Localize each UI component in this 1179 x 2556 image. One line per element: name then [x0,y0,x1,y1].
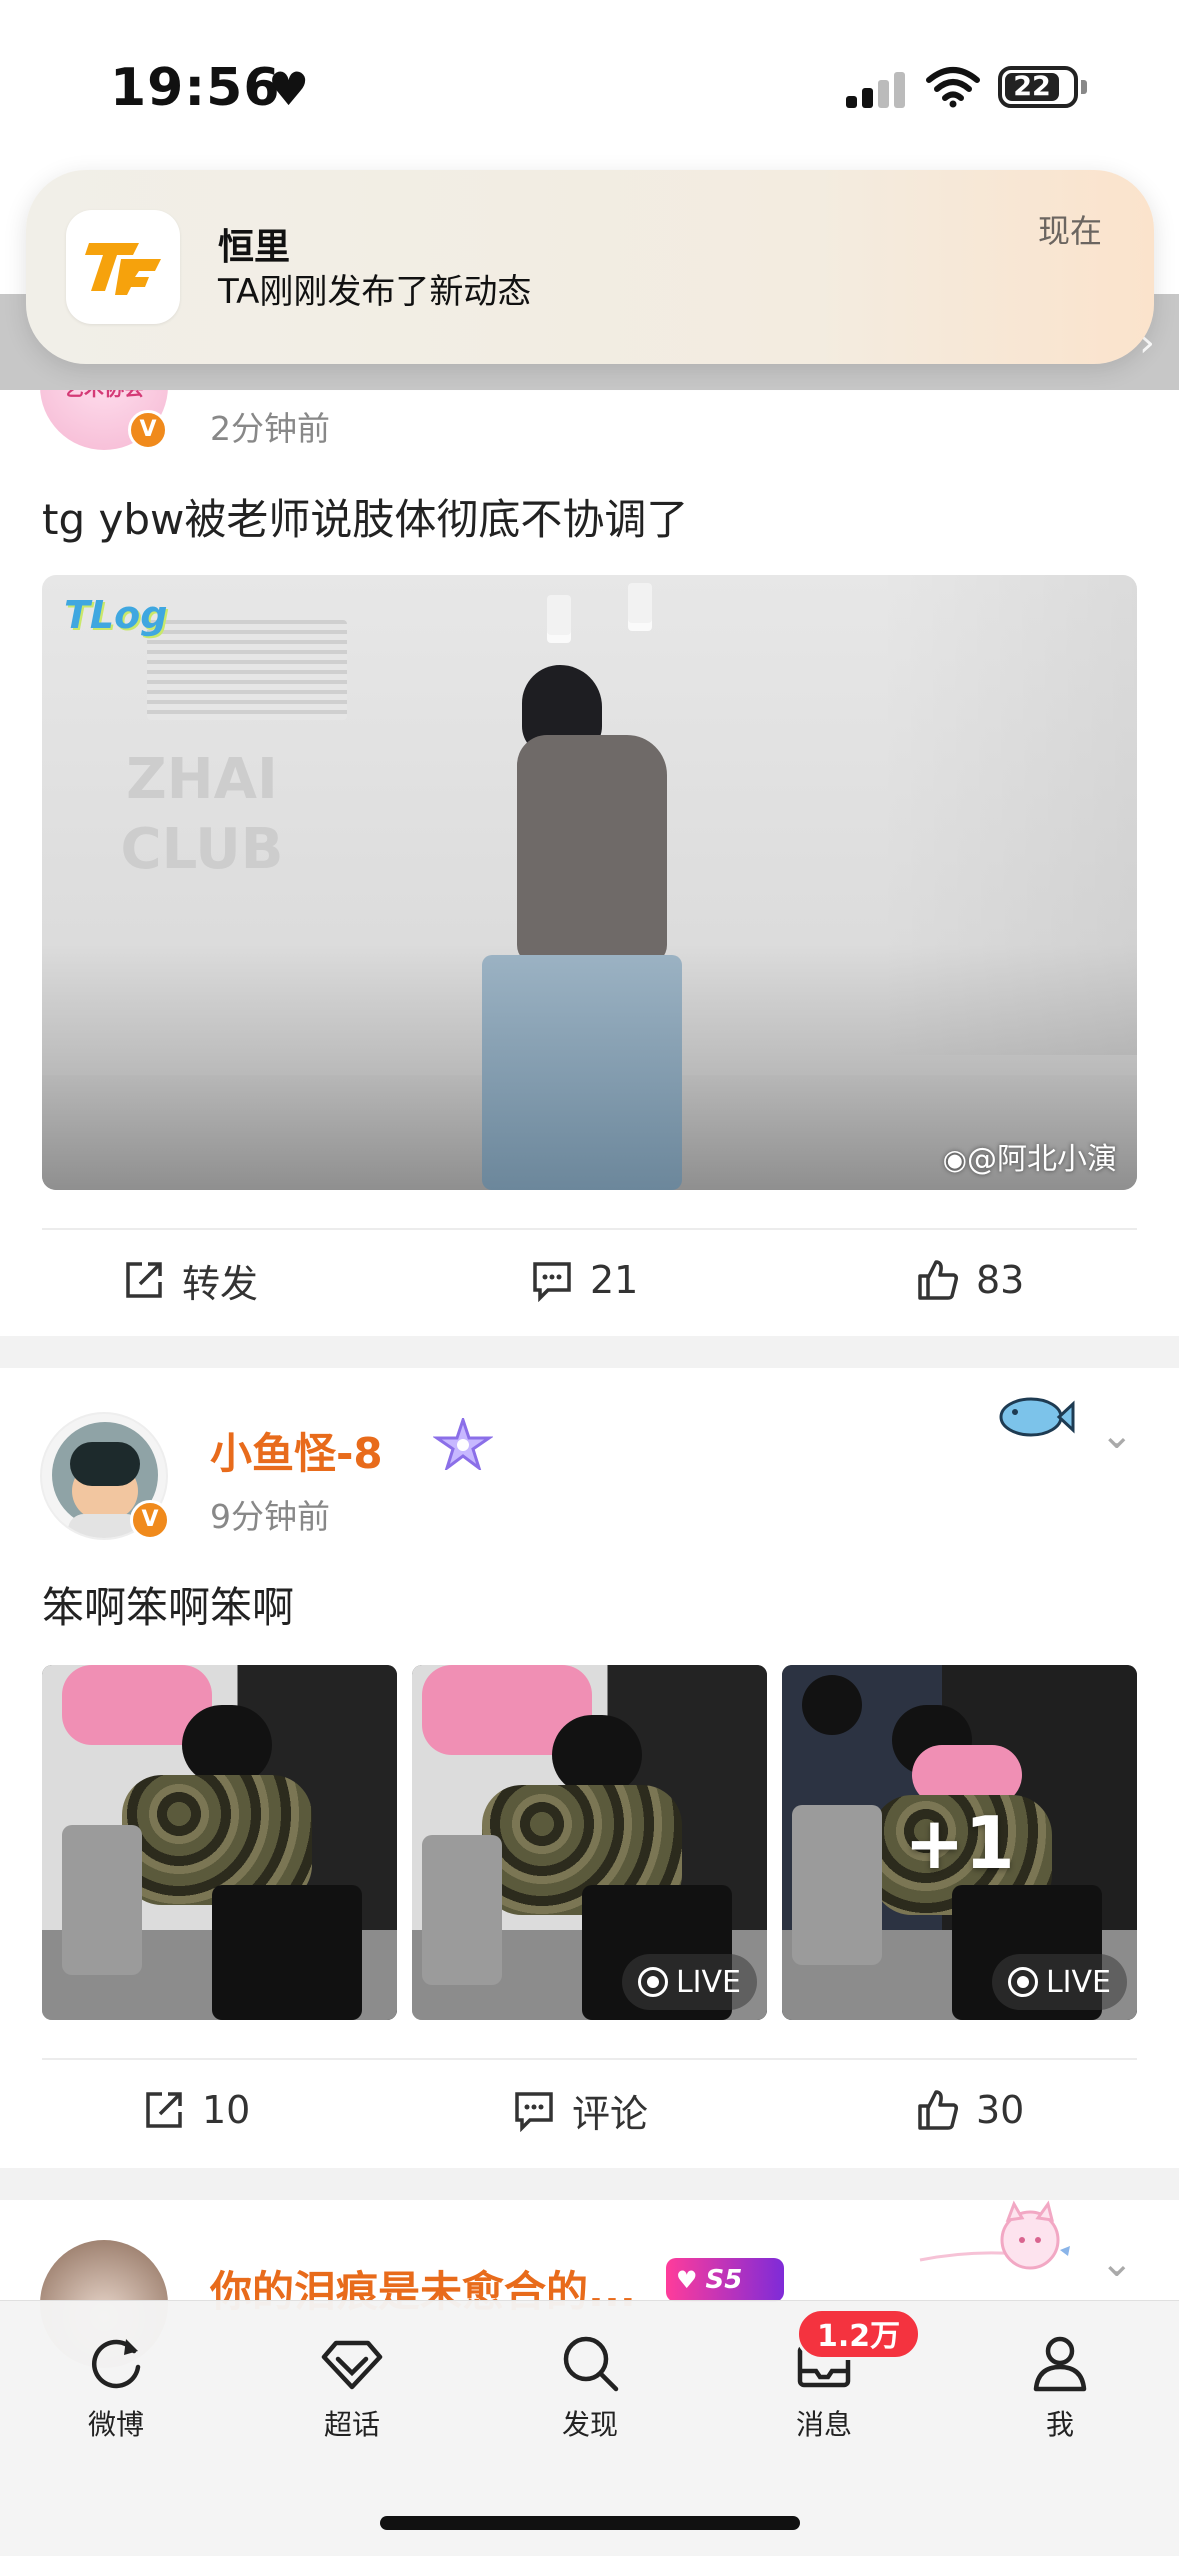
like-button[interactable]: 30 [916,2070,1024,2150]
post-2-menu-chevron-icon[interactable]: ⌄ [1100,1412,1134,1458]
home-indicator[interactable] [380,2516,800,2530]
repost-label: 转发 [182,1261,259,1306]
live-label: LIVE [675,1964,741,2000]
video-vent [147,620,347,720]
tab-weibo[interactable]: 微博 [46,2331,186,2443]
video-person-pants [482,955,682,1190]
post-2-photo[interactable]: LIVE [412,1665,767,2020]
notification-title: 恒里 [218,227,291,268]
avatar-visor [70,1442,140,1486]
tab-label: 超话 [323,2408,380,2441]
heart-icon: ♥ [676,2266,698,2294]
comment-label: 评论 [572,2091,649,2136]
like-button[interactable]: 83 [916,1240,1024,1320]
wifi-icon [926,67,980,108]
live-photo-badge: LIVE [621,1954,757,2010]
thumbs-up-icon [918,1260,958,1300]
like-count: 83 [976,1258,1025,1302]
notification-body: TA刚刚发布了新动态 [218,272,532,312]
battery-level: 22 [1005,73,1059,101]
tab-label: 微博 [87,2408,144,2441]
post-2-author[interactable]: 小鱼怪-8 [210,1420,383,1481]
battery-cap [1081,80,1087,94]
status-bar: 19:56 ♥ 22 [0,0,1179,170]
post-3-menu-chevron-icon[interactable]: ⌄ [1100,2240,1134,2286]
verified-badge: V [128,410,168,450]
post-1-text[interactable]: tg ybw被老师说肢体彻底不协调了 [42,486,688,547]
tab-discover[interactable]: 发现 [520,2331,660,2443]
tab-label: 我 [1045,2408,1074,2441]
battery-icon: 22 [998,66,1078,108]
tab-supertopic[interactable]: 超话 [282,2331,422,2443]
heart-icon: ♥ [268,62,310,116]
repost-button[interactable]: 10 [142,2070,250,2150]
like-count: 30 [976,2088,1025,2132]
watermark-text: @阿北小演 [967,1142,1117,1177]
member-star-icon [433,1418,493,1470]
status-time: 19:56 [110,58,281,118]
post-2-photo[interactable]: +1 LIVE [782,1665,1137,2020]
comment-button[interactable]: 21 [530,1240,638,1320]
divider [42,2058,1137,2060]
decoration-cat-icon [919,2200,1070,2270]
repost-button[interactable]: 转发 [122,1240,258,1320]
cellular-signal-icon [846,72,906,108]
comment-icon [533,1262,571,1302]
fish-icon [999,1397,1075,1437]
push-notification[interactable]: 恒里 TA刚刚发布了新动态 现在 [26,170,1154,364]
weibo-icon: ◉ [942,1143,967,1176]
repost-count: 10 [202,2088,251,2132]
post-2-actions: 10 评论 30 [0,2070,1179,2150]
divider [42,1228,1137,1230]
search-icon [563,2336,619,2392]
post-2-text[interactable]: 笨啊笨啊笨啊 [42,1574,294,1635]
video-wall-logo: ZHAI CLUB [120,747,284,882]
video-wall-shade [877,575,1137,1055]
share-icon [146,2092,182,2128]
video-person-shirt [517,735,667,965]
comment-button[interactable]: 评论 [512,2070,648,2150]
video-ceiling-light [628,583,652,623]
s5-badge-label: S5 [705,2265,743,2295]
video-ceiling-light [547,595,571,635]
post-1-video[interactable]: ZHAI CLUB TLog ◉@阿北小演 [42,575,1137,1190]
post-separator [0,1336,1179,1368]
post-1-time: 2分钟前 [210,409,330,448]
live-photo-icon [637,1967,668,1997]
video-watermark: ◉@阿北小演 [943,1134,1117,1178]
tf-app-icon [66,210,180,324]
post-2-photo[interactable] [42,1665,397,2020]
s5-member-badge: ♥ S5 [666,2258,784,2302]
share-icon [126,1262,162,1298]
notification-time: 现在 [1037,212,1102,250]
post-1-actions: 转发 21 83 [0,1240,1179,1320]
post-2-time: 9分钟前 [210,1497,330,1536]
person-icon [1033,2336,1087,2392]
message-count-badge: 1.2万 [796,2308,922,2360]
diamond-icon [321,2340,383,2390]
comment-count: 21 [590,1258,639,1302]
post-2-photo-grid: LIVE +1 LIVE [42,1665,1137,2020]
comment-icon [515,2092,553,2132]
refresh-icon [92,2339,141,2389]
tab-me[interactable]: 我 [990,2331,1130,2443]
live-label: LIVE [1045,1964,1111,2000]
verified-badge: V [130,1500,170,1540]
tlog-logo: TLog [64,593,168,637]
live-photo-icon [1007,1967,1038,1997]
thumbs-up-icon [918,2090,958,2130]
tab-label: 发现 [561,2408,618,2441]
tab-label: 消息 [795,2408,852,2441]
live-photo-badge: LIVE [991,1954,1127,2010]
